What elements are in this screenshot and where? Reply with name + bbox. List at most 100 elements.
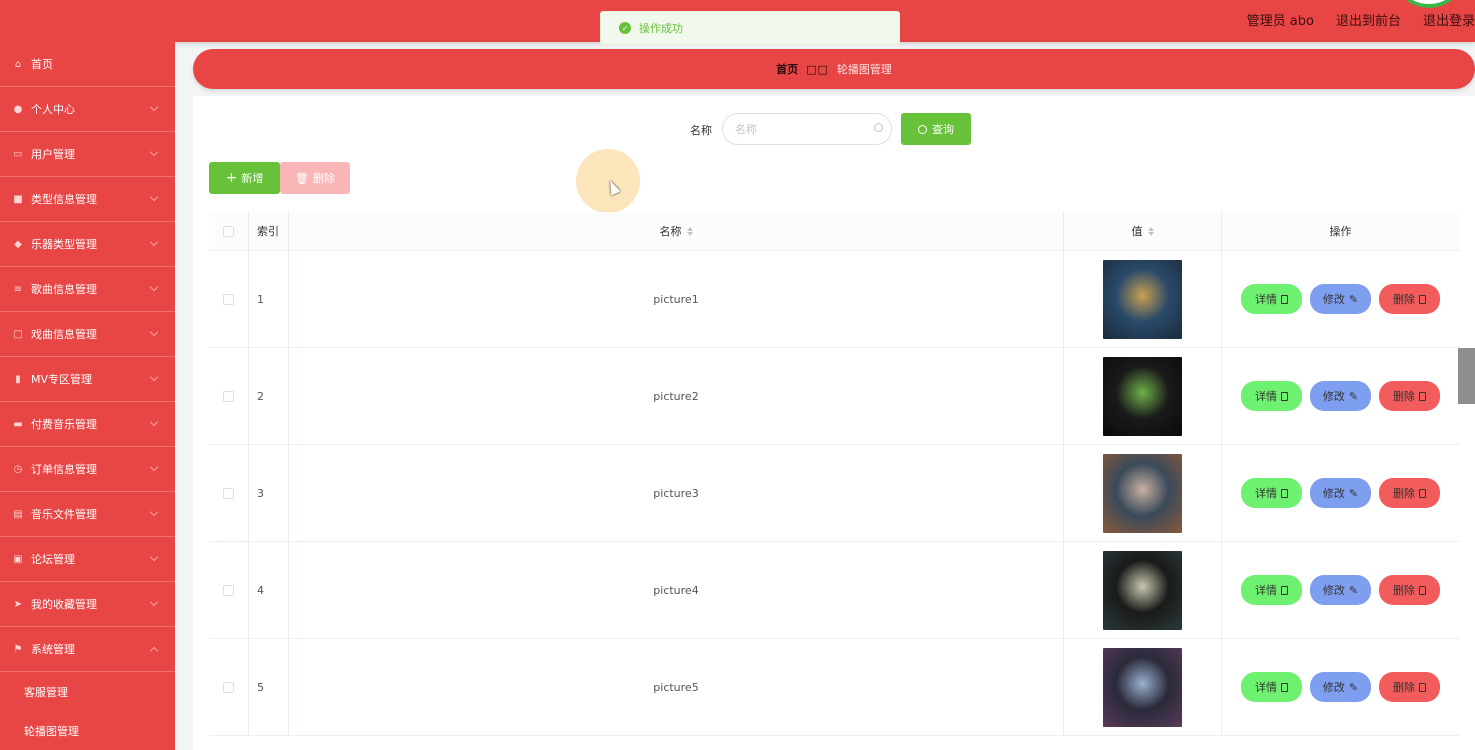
sidebar-item-mv-zone[interactable]: ▮ MV专区管理 [0,357,175,402]
sidebar-item-label: 歌曲信息管理 [31,283,97,296]
delete-button[interactable]: 删除 [1379,381,1440,411]
header-checkbox-cell [209,212,249,250]
pencil-icon: ✎ [1348,680,1359,694]
table-body: 1 picture1 详情 修改 ✎ 删除 2 picture2 详情 修改 ✎ 删除 3 picture… [209,251,1459,736]
carousel-table: 索引 名称 值 操作 1 picture1 详情 修改 ✎ 删除 2 picture2 详情 修改… [209,212,1459,736]
edit-button[interactable]: 修改 ✎ [1310,478,1371,508]
row-checkbox[interactable] [223,584,234,596]
breadcrumb-separator: □□ [806,62,829,76]
avatar [1401,0,1457,8]
row-checkbox[interactable] [223,681,234,693]
row-checkbox-cell [209,348,249,444]
row-checkbox-cell [209,639,249,735]
row-thumbnail-image [1103,647,1182,727]
sidebar-item-order-info[interactable]: ◷ 订单信息管理 [0,447,175,492]
sidebar-item-label: 音乐文件管理 [31,508,97,521]
select-all-checkbox[interactable] [223,225,234,237]
chevron-down-icon [149,192,159,202]
sidebar-item-type-info[interactable]: ■ 类型信息管理 [0,177,175,222]
square-check-icon: ■ [13,193,23,205]
chevron-down-icon [149,237,159,247]
table-row: 5 picture5 详情 修改 ✎ 删除 [209,639,1459,736]
chevron-down-icon [149,417,159,427]
edit-button-label: 修改 [1322,390,1345,403]
bars-icon: ▮ [15,373,21,385]
sidebar-item-forum[interactable]: ▣ 论坛管理 [0,537,175,582]
detail-button[interactable]: 详情 [1241,284,1302,314]
sort-icon[interactable] [686,226,693,236]
sidebar: ⌂ 首页 ● 个人中心 ▭ 用户管理 ■ 类型信息管理 ◆ 乐器类型管理 ≡ 歌曲信息管理 … [0,42,175,750]
row-checkbox[interactable] [223,487,234,499]
search-icon [918,124,927,134]
row-value-cell [1064,348,1222,444]
search-input[interactable] [722,113,892,145]
chevron-up-icon [149,646,159,656]
sidebar-item-instrument-type[interactable]: ◆ 乐器类型管理 [0,222,175,267]
header-index: 索引 [249,212,289,250]
edit-button[interactable]: 修改 ✎ [1310,381,1371,411]
sidebar-item-favorites[interactable]: ➤ 我的收藏管理 [0,582,175,627]
document-icon [1281,585,1288,595]
sidebar-subitem-customer-service[interactable]: 客服管理 [0,672,175,711]
header-name[interactable]: 名称 [289,212,1064,250]
sidebar-subitem-carousel[interactable]: 轮播图管理 [0,711,175,750]
sidebar-item-music-files[interactable]: ▤ 音乐文件管理 [0,492,175,537]
sidebar-item-user-management[interactable]: ▭ 用户管理 [0,132,175,177]
id-card-icon: ▭ [13,148,23,160]
batch-delete-button[interactable]: 🗑 删除 [280,162,350,194]
row-checkbox-cell [209,251,249,347]
breadcrumb-home[interactable]: 首页 [776,61,798,77]
document-icon: ▤ [13,508,23,520]
table-row: 1 picture1 详情 修改 ✎ 删除 [209,251,1459,348]
chevron-down-icon [149,282,159,292]
to-front-link[interactable]: 退出到前台 [1336,10,1401,29]
add-button[interactable]: + 新增 [209,162,280,194]
detail-button[interactable]: 详情 [1241,672,1302,702]
query-button[interactable]: 查询 [901,113,971,145]
sidebar-item-label: 订单信息管理 [31,463,97,476]
sidebar-item-opera-info[interactable]: □ 戏曲信息管理 [0,312,175,357]
detail-button[interactable]: 详情 [1241,381,1302,411]
delete-button[interactable]: 删除 [1379,672,1440,702]
sidebar-item-label: 戏曲信息管理 [31,328,97,341]
logout-link[interactable]: 退出登录 [1423,10,1475,29]
sidebar-item-song-info[interactable]: ≡ 歌曲信息管理 [0,267,175,312]
trash-icon [1419,682,1426,692]
flag-icon: ⚑ [13,643,23,655]
pencil-icon: ✎ [1348,292,1359,306]
admin-user-label: 管理员 abo [1246,14,1314,29]
detail-button-label: 详情 [1255,584,1277,597]
row-thumbnail-image [1103,259,1182,339]
sidebar-item-label: 我的收藏管理 [31,598,97,611]
sort-icon[interactable] [1147,226,1154,236]
delete-button[interactable]: 删除 [1379,478,1440,508]
sidebar-item-personal-center[interactable]: ● 个人中心 [0,87,175,132]
scrollbar-thumb[interactable] [1458,348,1475,404]
delete-button[interactable]: 删除 [1379,575,1440,605]
row-value-cell [1064,445,1222,541]
table-row: 4 picture4 详情 修改 ✎ 删除 [209,542,1459,639]
edit-button[interactable]: 修改 ✎ [1310,575,1371,605]
edit-button[interactable]: 修改 ✎ [1310,284,1371,314]
chevron-down-icon [149,102,159,112]
pencil-icon: ✎ [1348,486,1359,500]
edit-button[interactable]: 修改 ✎ [1310,672,1371,702]
detail-button[interactable]: 详情 [1241,478,1302,508]
sidebar-item-system[interactable]: ⚑ 系统管理 [0,627,175,672]
sidebar-item-paid-music[interactable]: ▬ 付费音乐管理 [0,402,175,447]
trash-icon: 🗑 [295,171,309,185]
check-circle-icon: ✓ [619,22,631,34]
shield-icon: ◆ [14,238,22,250]
row-checkbox[interactable] [223,390,234,402]
table-row: 2 picture2 详情 修改 ✎ 删除 [209,348,1459,445]
header-value[interactable]: 值 [1064,212,1222,250]
edit-button-label: 修改 [1322,293,1345,306]
chevron-down-icon [149,372,159,382]
row-name: picture4 [289,542,1064,638]
detail-button[interactable]: 详情 [1241,575,1302,605]
sidebar-item-home[interactable]: ⌂ 首页 [0,42,175,87]
user-icon: ● [13,103,23,115]
row-checkbox-cell [209,542,249,638]
row-checkbox[interactable] [223,293,234,305]
delete-button[interactable]: 删除 [1379,284,1440,314]
